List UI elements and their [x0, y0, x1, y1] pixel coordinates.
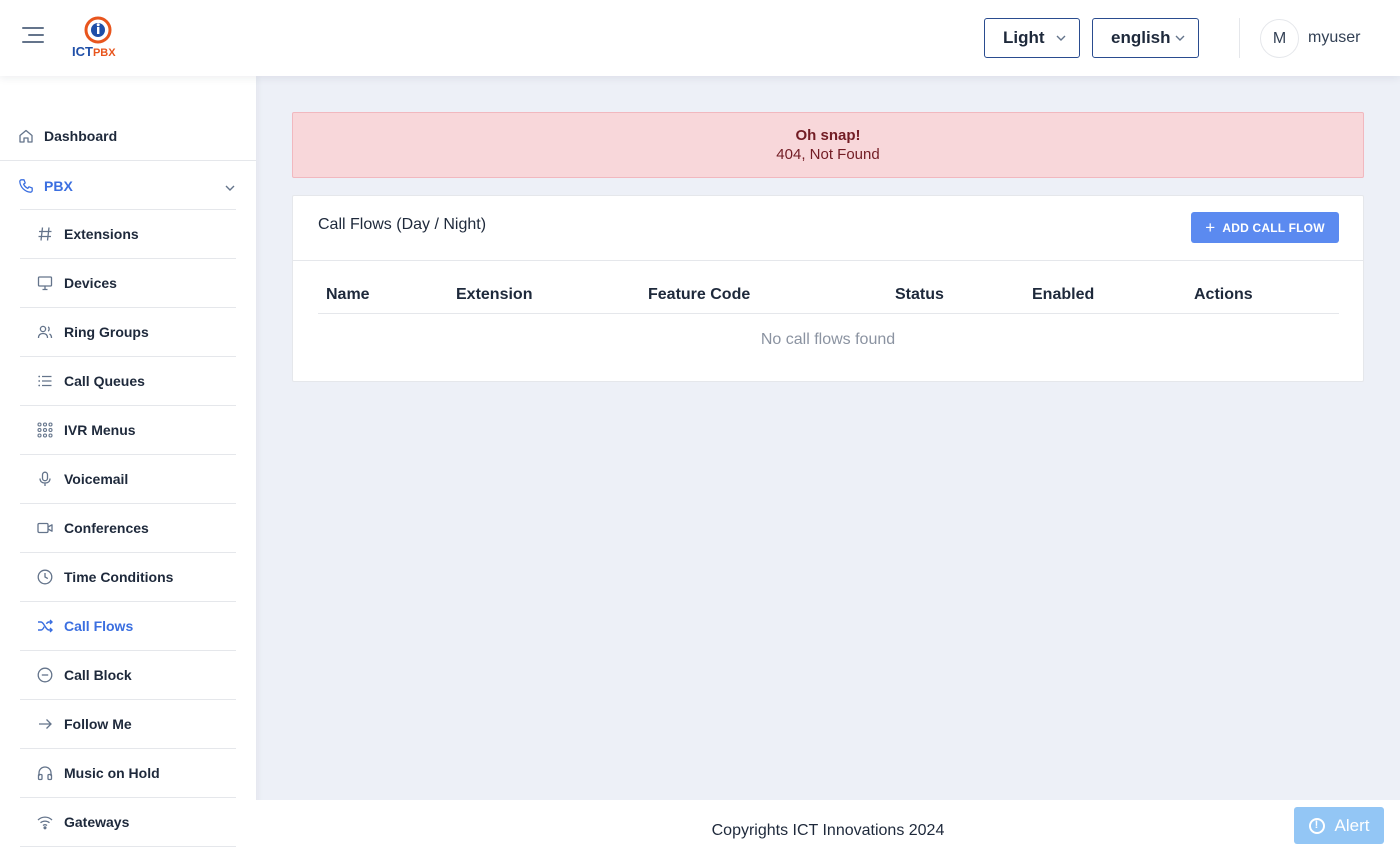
sidebar-item-label: Time Conditions	[64, 569, 174, 585]
exclamation-circle-icon: !	[1308, 817, 1325, 834]
clock-icon	[37, 569, 53, 585]
sidebar-item-voicemail[interactable]: Voicemail	[20, 455, 236, 504]
header-divider	[1239, 18, 1240, 58]
sidebar-item-label: Devices	[64, 275, 117, 291]
wifi-icon	[37, 814, 53, 830]
sidebar-item-call-flows[interactable]: Call Flows	[20, 602, 236, 651]
sidebar: Dashboard PBX Extensions Devices Ring Gr…	[0, 76, 256, 860]
sidebar-item-label: Gateways	[64, 814, 130, 830]
column-header-feature-code[interactable]: Feature Code	[648, 286, 750, 304]
sidebar-item-label: Call Flows	[64, 618, 134, 634]
sidebar-item-follow-me[interactable]: Follow Me	[20, 700, 236, 749]
sidebar-item-label: Follow Me	[64, 716, 132, 732]
column-header-actions: Actions	[1194, 286, 1253, 303]
menu-toggle-icon[interactable]	[22, 27, 46, 47]
floating-alert-button[interactable]: ! Alert	[1294, 807, 1384, 844]
monitor-icon	[37, 275, 53, 291]
app-logo[interactable]: ICTPBX	[72, 16, 128, 62]
sidebar-item-label: Conferences	[64, 520, 149, 536]
logo-mark-icon	[84, 16, 112, 44]
video-icon	[37, 520, 53, 536]
column-header-status[interactable]: Status	[895, 286, 944, 304]
sidebar-item-label: Music on Hold	[64, 765, 160, 781]
sidebar-item-call-queues[interactable]: Call Queues	[20, 357, 236, 406]
arrow-right-icon	[37, 716, 53, 732]
add-call-flow-label: ADD CALL FLOW	[1222, 220, 1325, 235]
sidebar-item-time-conditions[interactable]: Time Conditions	[20, 553, 236, 602]
sidebar-item-extensions[interactable]: Extensions	[20, 210, 236, 259]
sidebar-item-label: PBX	[44, 177, 73, 194]
pbx-submenu: Extensions Devices Ring Groups Call Queu…	[20, 210, 236, 847]
add-call-flow-button[interactable]: + ADD CALL FLOW	[1191, 212, 1339, 243]
card-title: Call Flows (Day / Night)	[318, 216, 487, 233]
list-icon	[37, 373, 53, 389]
theme-select-value: Light	[1003, 28, 1045, 47]
sidebar-item-ivr-menus[interactable]: IVR Menus	[20, 406, 236, 455]
plus-icon: +	[1205, 218, 1216, 237]
logo-text: ICTPBX	[72, 44, 116, 59]
sidebar-item-label: Extensions	[64, 226, 139, 242]
phone-icon	[18, 178, 34, 194]
user-name[interactable]: myuser	[1308, 29, 1360, 47]
logo-pbx-text: PBX	[92, 47, 116, 59]
empty-table-message: No call flows found	[760, 331, 896, 348]
sidebar-item-label: Ring Groups	[64, 324, 149, 340]
top-header: ICTPBX Light english M myuser	[0, 0, 1400, 76]
minus-circle-icon	[37, 667, 53, 683]
mic-icon	[37, 471, 53, 487]
sidebar-item-label: IVR Menus	[64, 422, 136, 438]
sidebar-item-call-block[interactable]: Call Block	[20, 651, 236, 700]
call-flows-card: Call Flows (Day / Night) + ADD CALL FLOW…	[292, 195, 1364, 382]
column-header-enabled[interactable]: Enabled	[1032, 286, 1094, 304]
chevron-down-icon[interactable]	[224, 179, 236, 198]
sidebar-item-ring-groups[interactable]: Ring Groups	[20, 308, 236, 357]
alert-message: 404, Not Found	[776, 146, 880, 163]
home-icon	[18, 128, 34, 144]
page-footer: Copyrights ICT Innovations 2024	[256, 800, 1400, 860]
theme-select[interactable]: Light	[984, 18, 1080, 58]
footer-copyright: Copyrights ICT Innovations 2024	[711, 822, 945, 839]
hash-icon	[37, 226, 53, 242]
column-header-name[interactable]: Name	[326, 286, 370, 304]
sidebar-item-music-on-hold[interactable]: Music on Hold	[20, 749, 236, 798]
error-alert: Oh snap! 404, Not Found	[292, 112, 1364, 178]
chevron-down-icon	[1174, 32, 1186, 44]
column-header-extension[interactable]: Extension	[456, 286, 532, 304]
sidebar-item-label: Voicemail	[64, 471, 129, 487]
user-avatar[interactable]: M	[1260, 19, 1299, 58]
sidebar-item-devices[interactable]: Devices	[20, 259, 236, 308]
sidebar-item-gateways[interactable]: Gateways	[20, 798, 236, 847]
sidebar-item-dashboard[interactable]: Dashboard	[0, 112, 256, 161]
sidebar-item-label: Call Queues	[64, 373, 145, 389]
chevron-down-icon	[1055, 32, 1067, 44]
language-select-value: english	[1111, 28, 1171, 47]
table-header: Name Extension Feature Code Status Enabl…	[318, 278, 1339, 314]
alert-title: Oh snap!	[795, 127, 861, 144]
floating-alert-label: Alert	[1334, 815, 1370, 835]
shuffle-icon	[37, 618, 53, 634]
grid-icon	[37, 422, 53, 438]
sidebar-item-pbx[interactable]: PBX	[0, 161, 256, 210]
headphones-icon	[37, 765, 53, 781]
card-divider	[293, 260, 1363, 261]
sidebar-item-label: Dashboard	[44, 128, 118, 144]
language-select[interactable]: english	[1092, 18, 1199, 58]
users-icon	[37, 324, 53, 340]
sidebar-item-label: Call Block	[64, 667, 132, 683]
sidebar-item-conferences[interactable]: Conferences	[20, 504, 236, 553]
logo-ict-text: ICT	[72, 44, 93, 59]
